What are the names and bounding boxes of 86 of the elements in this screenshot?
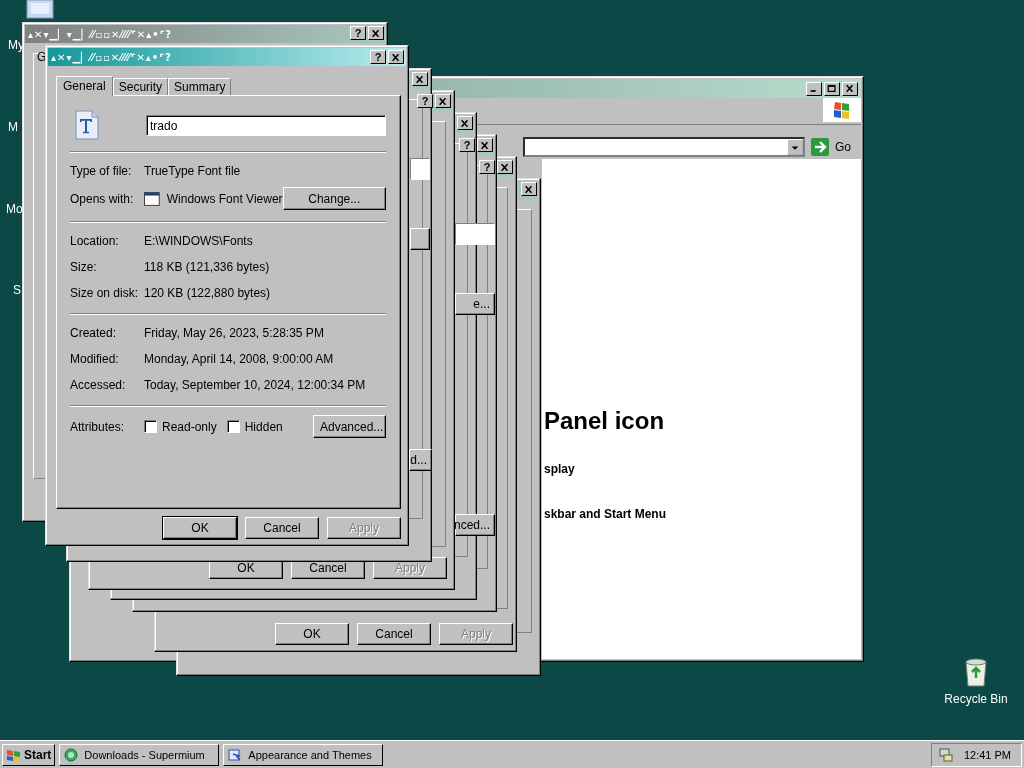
start-button[interactable]: Start xyxy=(2,743,56,766)
go-arrow-icon xyxy=(811,138,829,156)
input-field[interactable] xyxy=(455,223,495,245)
close-button[interactable] xyxy=(842,81,858,96)
close-icon xyxy=(500,162,510,172)
page-heading: Panel icon xyxy=(544,407,665,435)
dialog-button[interactable]: Cancel xyxy=(245,517,319,539)
desktop-icon-label[interactable]: S xyxy=(13,283,21,297)
close-button[interactable] xyxy=(521,182,537,196)
windows-flag-icon xyxy=(6,747,22,762)
tab[interactable]: General xyxy=(56,76,113,96)
property-label: Opens with: xyxy=(70,191,135,206)
close-icon xyxy=(460,118,470,128)
link[interactable]: splay xyxy=(544,462,575,476)
desktop-icon-label[interactable]: Recycle Bin xyxy=(944,692,1008,706)
property-label: Type of file: xyxy=(70,163,133,178)
window-title: ▴✕▾▁▏▾▁▏⁄⁄▫▫✕⁄⁄⁄⁄⌜✕▴•⌜? xyxy=(28,28,173,40)
dialog-button[interactable]: OK xyxy=(163,517,237,539)
property-label: Size: xyxy=(70,259,98,274)
close-button[interactable] xyxy=(412,72,428,86)
maximize-button[interactable] xyxy=(824,81,840,96)
clock: 12:41 PM xyxy=(963,748,1011,761)
window-title: ▴✕▾▁▏⁄⁄▫▫✕⁄⁄⁄⁄⌜✕▴•⌜? xyxy=(51,51,172,63)
address-field[interactable] xyxy=(523,137,805,157)
help-button[interactable]: ? xyxy=(370,50,386,64)
dialog-button[interactable]: OK xyxy=(275,623,349,645)
dialog-button[interactable]: nced... xyxy=(455,514,495,536)
dialog-button[interactable]: e... xyxy=(455,293,495,315)
property-value: Monday, April 14, 2008, 9:00:00 AM xyxy=(144,351,334,366)
close-icon xyxy=(371,28,381,38)
tab[interactable]: G xyxy=(37,50,47,64)
link[interactable]: skbar and Start Menu xyxy=(544,507,667,521)
desktop-icon-label[interactable]: M xyxy=(8,120,18,134)
property-value: Today, September 10, 2024, 12:00:34 PM xyxy=(144,377,366,392)
property-value: 118 KB (121,336 bytes) xyxy=(144,259,270,274)
file-name-field[interactable]: trado xyxy=(146,114,386,136)
control-panel-icon xyxy=(228,747,243,762)
tab[interactable]: Security xyxy=(112,78,169,95)
close-button[interactable] xyxy=(497,160,513,174)
close-icon xyxy=(524,184,534,194)
font-file-icon xyxy=(74,110,100,140)
close-button[interactable] xyxy=(368,26,384,40)
close-button[interactable] xyxy=(477,138,493,152)
close-button[interactable] xyxy=(388,50,404,64)
property-label: Created: xyxy=(70,325,118,340)
close-button[interactable] xyxy=(435,94,451,108)
property-value: Friday, May 26, 2023, 5:28:35 PM xyxy=(144,325,324,340)
property-value: TrueType Font file xyxy=(144,163,241,178)
computer-icon[interactable] xyxy=(25,0,55,20)
property-label: Modified: xyxy=(70,351,120,366)
property-label: Location: xyxy=(70,233,120,248)
property-value: E:\WINDOWS\Fonts xyxy=(144,233,253,248)
property-value: Windows Font Viewer xyxy=(166,191,283,206)
close-icon xyxy=(438,96,448,106)
close-icon xyxy=(480,140,490,150)
windows-logo-icon xyxy=(823,98,861,122)
help-button[interactable]: ? xyxy=(417,94,433,108)
property-label: Accessed: xyxy=(70,377,127,392)
checkbox[interactable]: Read-only xyxy=(144,419,217,434)
tab[interactable]: Summary xyxy=(168,78,232,95)
minimize-button[interactable] xyxy=(806,81,822,96)
network-tray-icon[interactable] xyxy=(937,746,954,763)
desktop-icon-label[interactable]: Mo xyxy=(6,202,23,216)
taskbar-button[interactable]: Downloads - Supermium xyxy=(59,743,220,766)
input-field[interactable] xyxy=(410,158,430,180)
close-button[interactable] xyxy=(457,116,473,130)
taskbar-button[interactable]: Appearance and Themes xyxy=(223,743,384,766)
property-label: Size on disk: xyxy=(70,285,140,300)
dialog-button[interactable] xyxy=(410,228,430,250)
close-icon xyxy=(391,52,401,62)
change-button[interactable]: Change... xyxy=(282,187,386,210)
close-icon xyxy=(415,74,425,84)
advanced-button[interactable]: Advanced... xyxy=(313,415,386,438)
help-button[interactable]: ? xyxy=(479,160,495,174)
maximize-icon xyxy=(827,84,837,93)
help-button[interactable]: ? xyxy=(459,138,475,152)
help-button[interactable]: ? xyxy=(350,26,366,40)
property-label: Attributes: xyxy=(70,419,126,434)
close-icon xyxy=(845,84,855,93)
browser-icon xyxy=(64,747,79,762)
checkbox[interactable]: Hidden xyxy=(226,419,283,434)
property-value: 120 KB (122,880 bytes) xyxy=(144,285,271,300)
dialog-button[interactable]: Cancel xyxy=(357,623,431,645)
application-window-icon xyxy=(144,191,160,206)
dialog-button[interactable]: d... xyxy=(409,449,432,471)
go-button[interactable]: Go xyxy=(811,137,857,157)
